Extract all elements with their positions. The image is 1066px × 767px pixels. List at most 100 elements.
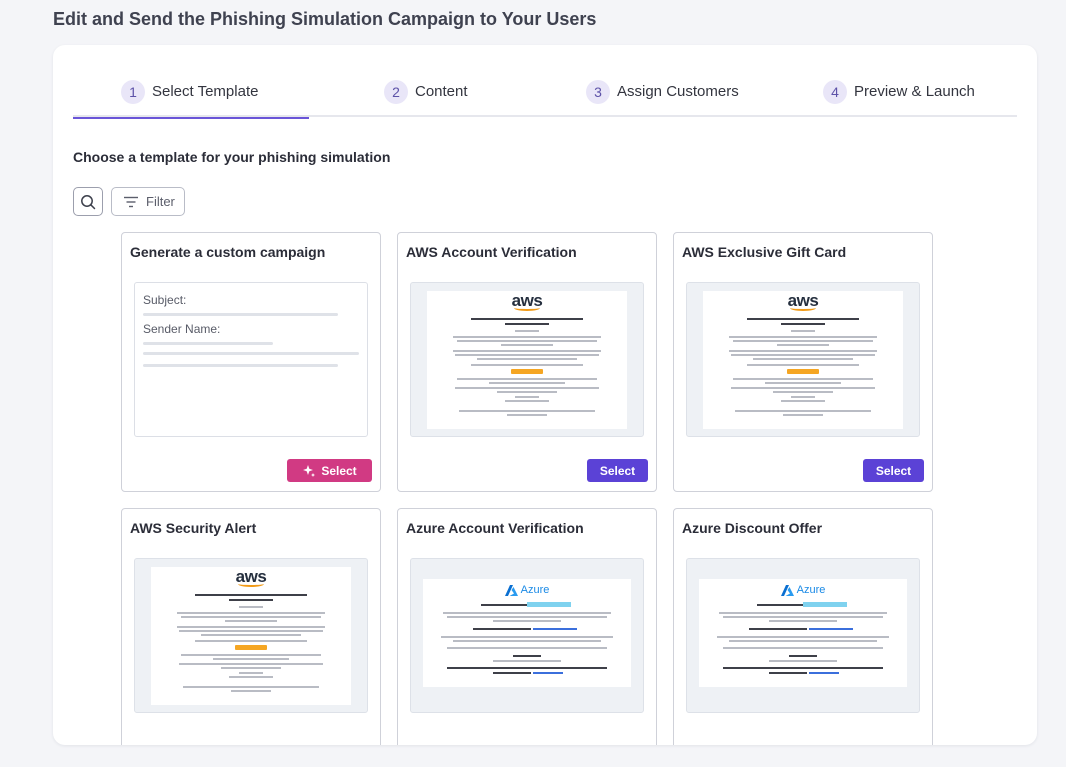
azure-logo-text: Azure [520,584,550,596]
mock-line [747,318,859,320]
sender-label: Sender Name: [143,322,221,336]
mock-button [787,369,819,374]
mock-line [735,410,871,412]
mock-line [497,391,557,393]
mock-line [453,350,601,352]
section-title: Choose a template for your phishing simu… [73,149,391,165]
email-preview: aws [134,558,368,713]
card-title: AWS Security Alert [130,520,257,536]
email-preview: Azure [686,558,920,713]
mock-line [481,604,527,606]
mock-line [507,414,547,416]
mock-line [757,604,803,606]
select-button[interactable]: Select [863,459,924,482]
mock-line [195,594,307,596]
mock-line [789,655,817,657]
mock-line [753,358,853,360]
body-line [143,364,338,367]
step-content[interactable]: 2 Content [384,80,468,117]
aws-smile [238,581,264,587]
template-card-azure-discount-offer[interactable]: Azure Discount Offer Azure [673,508,933,745]
generate-select-button[interactable]: Select [287,459,372,482]
mock-line [515,396,539,398]
step-number: 1 [121,80,145,104]
mock-line [457,378,597,380]
mock-line [769,660,837,662]
mock-line [729,336,877,338]
azure-logo: Azure [423,584,631,596]
mock-line [769,672,807,674]
link-line [809,628,853,630]
mock-line [473,628,531,630]
stepper: 1 Select Template 2 Content 3 Assign Cus… [72,77,1017,119]
mock-line [443,612,611,614]
mock-line [239,606,263,608]
highlight [527,602,571,607]
template-card-aws-security-alert[interactable]: AWS Security Alert aws [121,508,381,745]
card-title: AWS Account Verification [406,244,577,260]
subject-label: Subject: [143,293,187,307]
email-sheet: aws [703,291,903,429]
mock-line [459,410,595,412]
aws-smile [790,305,816,311]
mock-line [239,672,263,674]
mock-line [773,391,833,393]
email-sheet: Azure [699,579,907,687]
mock-line [501,344,553,346]
highlight [803,602,847,607]
step-preview-launch[interactable]: 4 Preview & Launch [823,80,975,117]
mock-line [177,626,325,628]
sender-line [143,342,273,345]
filter-icon [124,196,138,207]
step-assign-customers[interactable]: 3 Assign Customers [586,80,739,117]
subject-line [143,313,338,316]
email-preview: Azure [410,558,644,713]
template-card-aws-gift-card[interactable]: AWS Exclusive Gift Card aws Select [673,232,933,492]
mock-line [733,378,873,380]
step-label: Content [415,83,468,100]
mock-line [177,612,325,614]
search-icon [81,194,96,209]
mock-line [225,620,277,622]
email-sheet: aws [427,291,627,429]
select-label: Select [321,463,357,478]
mock-line [515,330,539,332]
step-label: Select Template [152,83,259,100]
mock-line [731,387,875,389]
link-line [809,672,839,674]
mock-line [731,354,875,356]
mock-line [181,616,321,618]
template-card-custom[interactable]: Generate a custom campaign Subject: Send… [121,232,381,492]
mock-button [235,645,267,650]
template-card-azure-account-verification[interactable]: Azure Account Verification Azure [397,508,657,745]
link-line [533,672,563,674]
mock-line [729,350,877,352]
step-select-template[interactable]: 1 Select Template [72,80,311,119]
azure-icon [504,584,518,596]
select-button[interactable]: Select [587,459,648,482]
mock-line [213,658,289,660]
link-line [533,628,577,630]
mock-line [493,672,531,674]
mock-line [719,612,887,614]
mock-line [181,654,321,656]
search-button[interactable] [73,187,103,216]
mock-line [455,354,599,356]
mock-line [195,640,307,642]
mock-line [749,628,807,630]
mock-line [457,340,597,342]
email-sheet: Azure [423,579,631,687]
sparkle-icon [303,464,316,477]
mock-line [179,630,323,632]
filter-button[interactable]: Filter [111,187,185,216]
mock-line [447,616,607,618]
mock-line [783,414,823,416]
card-title: Azure Discount Offer [682,520,823,536]
mock-line [769,620,837,622]
mock-line [489,382,565,384]
template-card-aws-account-verification[interactable]: AWS Account Verification aws Select [397,232,657,492]
mock-line [781,323,825,325]
mock-line [781,400,825,402]
mock-line [441,636,613,638]
mock-line [729,640,877,642]
